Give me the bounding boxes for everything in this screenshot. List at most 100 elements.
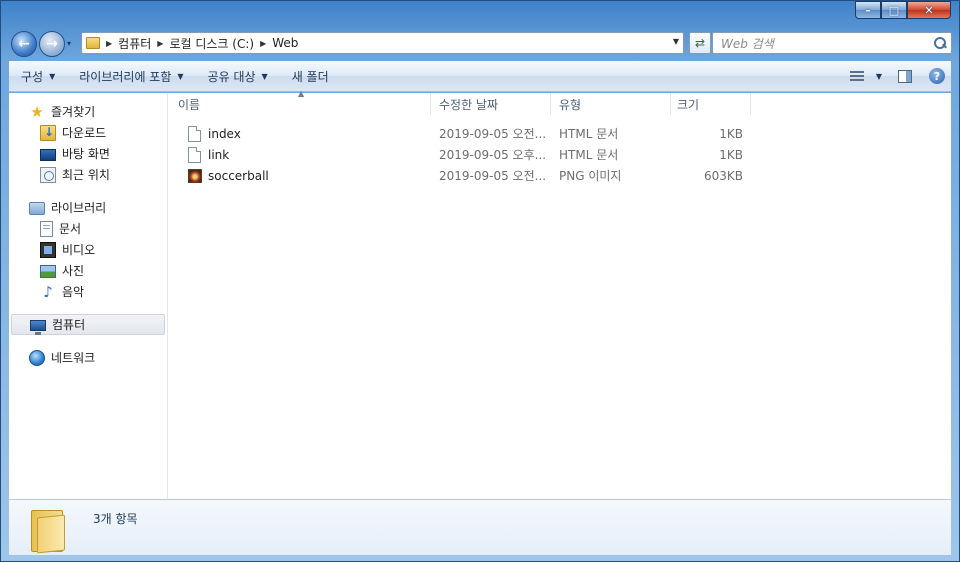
minimize-icon: –	[865, 3, 871, 17]
column-header-date-modified[interactable]: 수정한 날짜	[431, 93, 551, 115]
caption-buttons: – □ ✕	[855, 1, 951, 19]
search-icon[interactable]	[933, 36, 947, 50]
preview-pane-button[interactable]	[891, 64, 919, 88]
sidebar-item-videos[interactable]: 비디오	[9, 239, 167, 260]
sidebar-item-label: 바탕 화면	[62, 147, 110, 161]
maximize-icon: □	[888, 3, 900, 17]
column-header-size[interactable]: 크기	[671, 93, 751, 115]
organize-button[interactable]: 구성 ▼	[9, 61, 67, 91]
view-options-dropdown[interactable]: ▼	[871, 64, 887, 88]
maximize-button[interactable]: □	[881, 1, 907, 19]
sidebar-item-music[interactable]: ♪ 음악	[9, 281, 167, 302]
sidebar-item-label: 컴퓨터	[52, 318, 86, 332]
minimize-button[interactable]: –	[855, 1, 881, 19]
sidebar-item-pictures[interactable]: 사진	[9, 260, 167, 281]
help-icon: ?	[929, 68, 945, 84]
forward-button[interactable]: →	[39, 31, 65, 57]
html-file-icon	[188, 125, 201, 142]
toolbar-right: ▼ ?	[839, 61, 951, 91]
column-header-label: 크기	[677, 97, 700, 112]
organize-label: 구성	[21, 69, 44, 84]
refresh-icon: ⇄	[694, 36, 706, 50]
file-name-cell: index	[168, 125, 431, 142]
preview-pane-icon	[898, 69, 912, 83]
sidebar-item-computer[interactable]: 컴퓨터	[11, 314, 165, 335]
sidebar-item-label: 문서	[59, 222, 82, 236]
new-folder-label: 새 폴더	[291, 69, 329, 84]
breadcrumb-computer[interactable]: 컴퓨터	[118, 35, 151, 52]
file-size: 1KB	[719, 147, 743, 162]
explorer-window: – □ ✕ ← → ▾ ▶ 컴퓨터 ▶ 로컬 디스크 (C:) ▶ Web ▼ …	[0, 0, 960, 562]
network-group: 네트워크	[9, 347, 167, 368]
sidebar-item-label: 네트워크	[51, 351, 96, 365]
share-with-button[interactable]: 공유 대상 ▼	[196, 61, 280, 91]
recent-pages-dropdown[interactable]: ▾	[67, 39, 71, 48]
breadcrumb-separator-icon[interactable]: ▶	[106, 39, 112, 48]
content-area: ★ 즐겨찾기 다운로드 바탕 화면 최근 위치	[9, 89, 951, 499]
breadcrumb-separator-icon[interactable]: ▶	[260, 39, 266, 48]
file-list: 이름 ▲ 수정한 날짜 유형 크기 index 2019-09-05 오전...…	[168, 89, 951, 499]
new-folder-button[interactable]: 새 폴더	[280, 61, 341, 91]
sidebar-item-favorites[interactable]: ★ 즐겨찾기	[9, 101, 167, 122]
command-bar: 구성 ▼ 라이브러리에 포함 ▼ 공유 대상 ▼ 새 폴더 ▼ ?	[9, 61, 951, 92]
column-header-label: 이름	[178, 97, 201, 112]
documents-icon	[40, 220, 53, 237]
breadcrumb-local-disk[interactable]: 로컬 디스크 (C:)	[169, 35, 254, 52]
breadcrumb-web[interactable]: Web	[272, 36, 298, 50]
html-file-icon	[188, 146, 201, 163]
close-button[interactable]: ✕	[907, 1, 951, 19]
back-arrow-icon: ←	[18, 36, 30, 52]
search-box[interactable]: Web 검색	[712, 32, 952, 54]
file-date: 2019-09-05 오전...	[439, 127, 547, 141]
sidebar-item-downloads[interactable]: 다운로드	[9, 122, 167, 143]
sidebar-item-label: 비디오	[62, 243, 96, 257]
sidebar-item-recent-places[interactable]: 최근 위치	[9, 164, 167, 185]
folder-icon	[86, 37, 100, 49]
file-type: HTML 문서	[559, 127, 619, 141]
address-dropdown-icon[interactable]: ▼	[673, 37, 679, 46]
include-in-library-button[interactable]: 라이브러리에 포함 ▼	[67, 61, 195, 91]
help-button[interactable]: ?	[923, 64, 951, 88]
sidebar-item-label: 다운로드	[62, 126, 107, 140]
column-header-type[interactable]: 유형	[551, 93, 671, 115]
videos-icon	[40, 241, 56, 258]
details-pane: 3개 항목	[9, 499, 951, 555]
column-header-name[interactable]: 이름 ▲	[168, 89, 431, 115]
png-image-icon	[188, 168, 202, 183]
share-with-label: 공유 대상	[207, 69, 256, 84]
sidebar-item-label: 최근 위치	[62, 168, 110, 182]
refresh-button[interactable]: ⇄	[689, 32, 711, 54]
back-button[interactable]: ←	[11, 31, 37, 57]
folder-icon	[31, 506, 67, 552]
address-bar[interactable]: ▶ 컴퓨터 ▶ 로컬 디스크 (C:) ▶ Web ▼	[81, 32, 684, 54]
navigation-row: ← → ▾ ▶ 컴퓨터 ▶ 로컬 디스크 (C:) ▶ Web ▼ ⇄ Web …	[9, 29, 952, 59]
file-name: soccerball	[208, 168, 269, 183]
file-row[interactable]: index 2019-09-05 오전... HTML 문서 1KB	[168, 123, 951, 144]
breadcrumb-separator-icon[interactable]: ▶	[157, 39, 163, 48]
file-row[interactable]: soccerball 2019-09-05 오전... PNG 이미지 603K…	[168, 165, 951, 186]
views-icon	[850, 71, 864, 81]
file-name-cell: link	[168, 146, 431, 163]
computer-icon	[30, 319, 46, 335]
libraries-group: 라이브러리 문서 비디오 사진 ♪ 음악	[9, 197, 167, 302]
file-size: 1KB	[719, 126, 743, 141]
sidebar-item-network[interactable]: 네트워크	[9, 347, 167, 368]
file-type: HTML 문서	[559, 148, 619, 162]
sort-ascending-icon: ▲	[298, 89, 305, 98]
sidebar-item-desktop[interactable]: 바탕 화면	[9, 143, 167, 164]
file-date: 2019-09-05 오전...	[439, 169, 547, 183]
file-date: 2019-09-05 오후...	[439, 148, 547, 162]
computer-group: 컴퓨터	[9, 314, 167, 335]
desktop-icon	[40, 148, 56, 161]
libraries-icon	[29, 202, 45, 215]
sidebar-item-label: 음악	[62, 285, 85, 299]
column-header-label: 유형	[559, 97, 582, 112]
file-row[interactable]: link 2019-09-05 오후... HTML 문서 1KB	[168, 144, 951, 165]
sidebar-item-label: 사진	[62, 264, 85, 278]
change-view-button[interactable]	[843, 64, 871, 88]
search-input[interactable]: Web 검색	[721, 35, 933, 52]
column-headers: 이름 ▲ 수정한 날짜 유형 크기	[168, 89, 951, 115]
forward-arrow-icon: →	[46, 36, 58, 52]
sidebar-item-documents[interactable]: 문서	[9, 218, 167, 239]
sidebar-item-libraries[interactable]: 라이브러리	[9, 197, 167, 218]
